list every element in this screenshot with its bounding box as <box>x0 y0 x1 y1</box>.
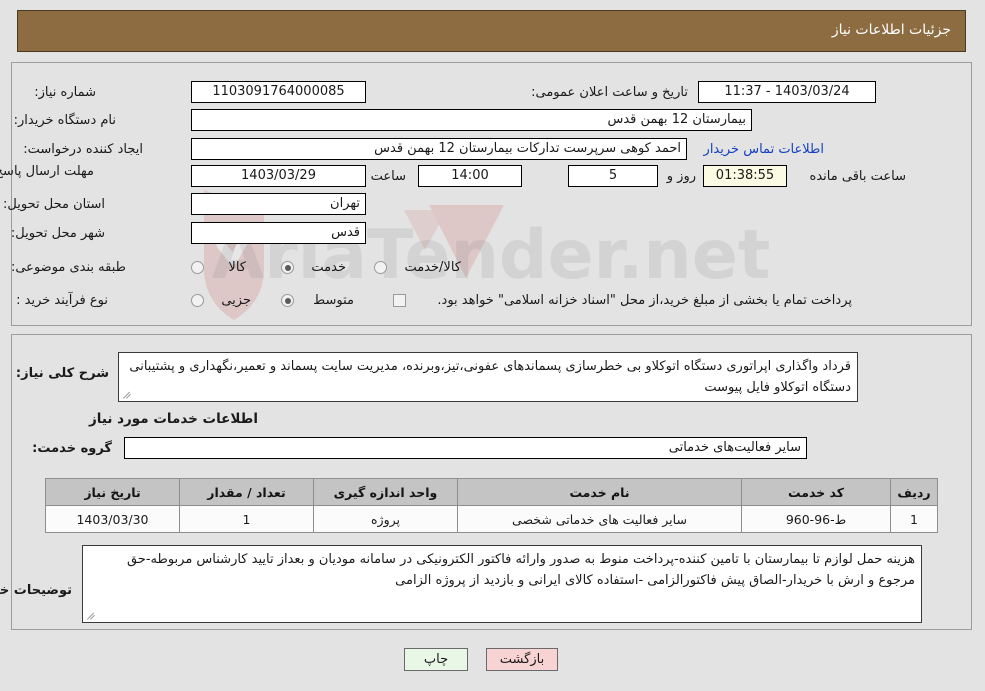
islamic-treasury-checkbox[interactable] <box>394 294 407 307</box>
print-button[interactable]: چاپ <box>405 648 469 671</box>
countdown-label: ساعت باقی مانده <box>810 169 907 184</box>
category-radio-kala-khedmat[interactable] <box>375 261 388 274</box>
need-number-label: شماره نیاز: <box>35 85 97 100</box>
buyer-org-value: بیمارستان 12 بهمن قدس <box>192 109 753 131</box>
th-row-number: ردیف <box>891 478 939 506</box>
td-need-date: 1403/03/30 <box>46 505 181 533</box>
th-need-date: تاریخ نیاز <box>46 478 181 506</box>
page-title: جزئیات اطلاعات نیاز <box>832 22 952 38</box>
th-service-name: نام خدمت <box>458 478 743 506</box>
delivery-province-label: استان محل تحویل: <box>4 197 106 212</box>
services-section-title: اطلاعات خدمات مورد نیاز <box>89 411 259 427</box>
back-button[interactable]: بازگشت <box>487 648 559 671</box>
deadline-date-value: 1403/03/29 <box>192 165 367 187</box>
buyer-org-label: نام دستگاه خریدار: <box>14 113 117 128</box>
remaining-days-label: روز و <box>667 169 697 184</box>
deadline-hour-label: ساعت <box>371 169 407 184</box>
remaining-days-value: 5 <box>569 165 659 187</box>
th-quantity: تعداد / مقدار <box>180 478 315 506</box>
service-group-value: سایر فعالیت‌های خدماتی <box>125 437 808 459</box>
countdown-timer: 01:38:55 <box>704 165 788 187</box>
services-table: ردیف کد خدمت نام خدمت واحد اندازه گیری ت… <box>46 478 939 533</box>
category-radio-khedmat-label: خدمت <box>312 260 347 275</box>
deadline-time-value: 14:00 <box>419 165 523 187</box>
process-radio-jozi[interactable] <box>192 294 205 307</box>
td-quantity: 1 <box>180 505 315 533</box>
summary-textarea[interactable]: قرداد واگذاری اپراتوری دستگاه اتوکلاو بی… <box>119 352 859 402</box>
table-row: 1 ط-96-960 سایر فعالیت های خدماتی شخصی پ… <box>46 505 939 533</box>
announce-datetime-label: تاریخ و ساعت اعلان عمومی: <box>532 85 689 100</box>
buyer-notes-text: هزینه حمل لوازم تا بیمارستان با تامین کن… <box>127 552 916 588</box>
table-header-row: ردیف کد خدمت نام خدمت واحد اندازه گیری ت… <box>46 478 939 506</box>
category-radio-kala[interactable] <box>192 261 205 274</box>
buyer-notes-textarea[interactable]: هزینه حمل لوازم تا بیمارستان با تامین کن… <box>83 545 923 623</box>
td-service-name: سایر فعالیت های خدماتی شخصی <box>458 505 743 533</box>
category-radio-khedmat[interactable] <box>282 261 295 274</box>
process-radio-jozi-label: جزیی <box>222 293 252 308</box>
request-creator-label: ایجاد کننده درخواست: <box>24 142 144 157</box>
deadline-label-text: مهلت ارسال پاسخ: تا تاریخ: <box>0 164 95 179</box>
buyer-notes-label: توضیحات خریدار: <box>0 583 73 598</box>
summary-label: شرح کلی نیاز: <box>16 366 110 381</box>
category-radio-kala-khedmat-label: کالا/خدمت <box>405 260 462 275</box>
th-unit: واحد اندازه گیری <box>314 478 459 506</box>
process-type-label: نوع فرآیند خرید : <box>17 293 109 308</box>
service-group-label: گروه خدمت: <box>33 441 113 456</box>
delivery-province-value: تهران <box>192 193 367 215</box>
announce-datetime-value: 11:37 - 1403/03/24 <box>699 81 877 103</box>
th-service-code: کد خدمت <box>742 478 892 506</box>
td-unit: پروژه <box>314 505 459 533</box>
delivery-city-value: قدس <box>192 222 367 244</box>
deadline-label: مهلت ارسال پاسخ: تا تاریخ: <box>0 163 95 180</box>
need-number-value: 1103091764000085 <box>192 81 367 103</box>
category-label: طبقه بندی موضوعی: <box>11 260 127 275</box>
process-radio-motevaset-label: متوسط <box>314 293 355 308</box>
delivery-city-label: شهر محل تحویل: <box>11 226 106 241</box>
summary-text: قرداد واگذاری اپراتوری دستگاه اتوکلاو بی… <box>130 359 852 395</box>
td-service-code: ط-96-960 <box>742 505 892 533</box>
page-header-bar: جزئیات اطلاعات نیاز <box>18 10 967 52</box>
td-row-number: 1 <box>891 505 939 533</box>
request-creator-value: احمد کوهی سرپرست تدارکات بیمارستان 12 به… <box>192 138 688 160</box>
resize-grip-icon[interactable] <box>123 390 133 400</box>
buyer-contact-link[interactable]: اطلاعات تماس خریدار <box>705 141 825 159</box>
resize-grip-icon[interactable] <box>87 611 97 621</box>
category-radio-kala-label: کالا <box>229 260 247 275</box>
islamic-treasury-note: پرداخت تمام یا بخشی از مبلغ خرید،از محل … <box>438 293 853 308</box>
process-radio-motevaset[interactable] <box>282 294 295 307</box>
